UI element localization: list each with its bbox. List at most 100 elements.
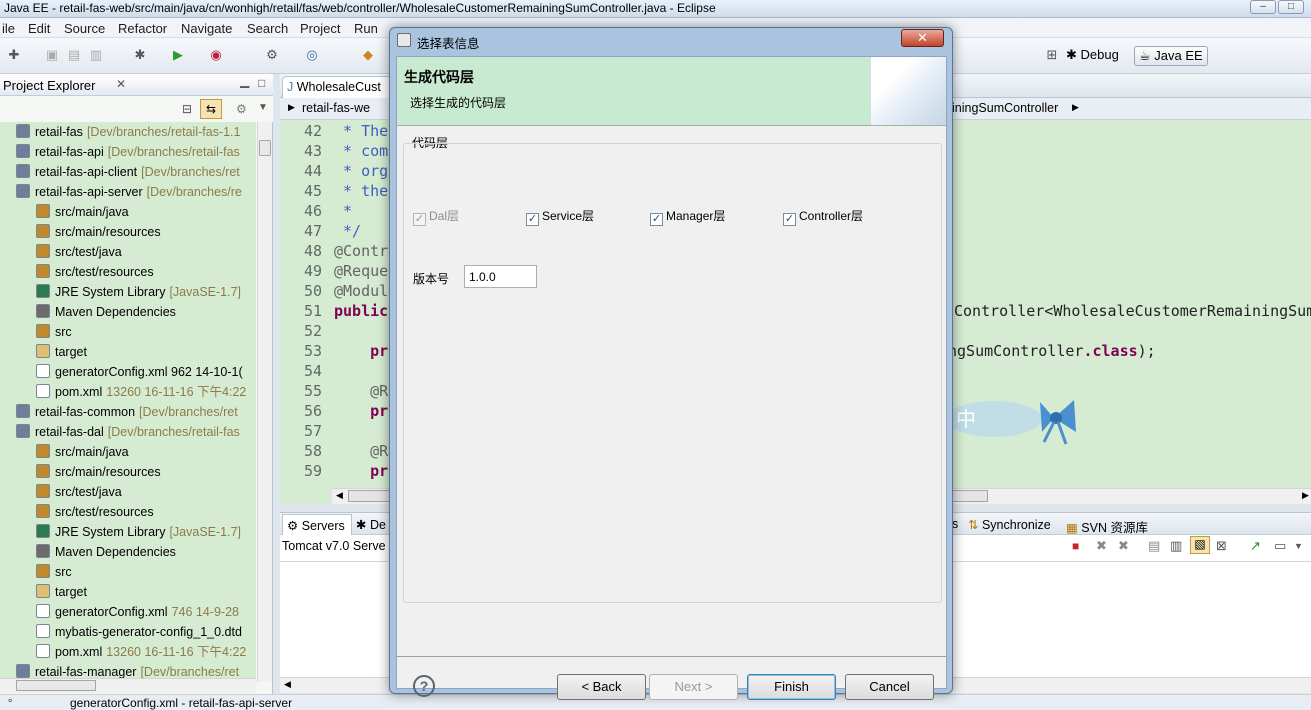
link-with-editor-icon[interactable]: ⇆ [200,99,222,119]
tree-item[interactable]: generatorConfig.xml 962 14-10-1( [36,362,247,382]
tree-item[interactable]: target [36,582,91,602]
menu-search[interactable]: Search [247,21,288,36]
view-menu-icon[interactable]: ▼ [258,102,268,113]
open-perspective-icon[interactable]: ⊞ [1044,47,1060,63]
filter-icon[interactable]: ⚙ [236,102,247,116]
editor-tab-active[interactable]: J WholesaleCust [282,76,392,98]
checkbox-service[interactable]: ✓ Service层 [526,208,594,226]
tree-item[interactable]: src/test/java [36,242,126,262]
tree-item[interactable]: retail-fas-common [Dev/branches/ret [16,402,238,422]
finish-button[interactable]: Finish [747,674,836,700]
collapse-all-icon[interactable]: ⊟ [182,102,192,116]
tree-item[interactable]: generatorConfig.xml 746 14-9-28 [36,602,239,622]
tree-item[interactable]: src/main/resources [36,462,165,482]
close-button[interactable]: ✕ [901,29,944,47]
tree-item[interactable]: retail-fas-api-client [Dev/branches/ret [16,162,240,182]
server-row[interactable]: Tomcat v7.0 Serve [282,539,386,553]
remove-all-icon[interactable]: ✖ [1118,538,1129,554]
breadcrumb-class[interactable]: iningSumController [952,101,1058,115]
breadcrumb-project[interactable]: retail-fas-we [302,101,370,115]
print-icon[interactable]: ▥ [88,47,104,63]
open-type-icon[interactable]: ◆ [360,47,376,63]
tab-servers[interactable]: ⚙ Servers [282,514,352,535]
scroll-left-icon[interactable]: ◀ [336,490,343,501]
checkbox-controller[interactable]: ✓ Controller层 [783,208,863,226]
tree-item[interactable]: retail-fas-api-server [Dev/branches/re [16,182,242,202]
toggle-icon[interactable]: ▧ [1190,536,1210,554]
new-server-icon[interactable]: ⚙ [264,47,280,63]
menu-source[interactable]: Source [64,21,105,36]
view-menu-icon[interactable]: ▼ [1294,541,1303,551]
tree-item[interactable]: Maven Dependencies [36,542,180,562]
tree-item[interactable]: retail-fas-dal [Dev/branches/retail-fas [16,422,240,442]
close-icon[interactable]: ✕ [116,77,126,91]
tab-synchronize[interactable]: ⇅ Synchronize [968,517,1051,532]
tree-item[interactable]: src/test/resources [36,262,158,282]
tree-item[interactable]: Maven Dependencies [36,302,180,322]
debug-perspective[interactable]: ✱ Debug [1066,47,1119,63]
tree-item[interactable]: JRE System Library [JavaSE-1.7] [36,522,241,542]
maximize-icon[interactable]: □ [258,76,265,90]
menu-project[interactable]: Project [300,21,340,36]
debug-icon[interactable]: ✱ [132,47,148,63]
next-button[interactable]: Next > [649,674,738,700]
tree-item-meta: [Dev/branches/retail-fas [107,145,240,159]
remove-icon[interactable]: ✖ [1096,538,1107,554]
tree-item[interactable]: src/main/resources [36,222,165,242]
minimize-button[interactable]: – [1250,0,1276,14]
new-icon[interactable]: ✚ [6,47,22,63]
tree-item[interactable]: src/test/resources [36,502,158,522]
disconnect-icon[interactable]: ⊠ [1216,538,1227,554]
stop-server-icon[interactable]: ■ [1072,539,1079,553]
save-all-icon[interactable]: ▤ [66,47,82,63]
tree-item[interactable]: src [36,562,76,582]
tree-item-label: retail-fas-api-client [35,165,138,179]
display-icon[interactable]: ▭ [1274,538,1286,554]
project-icon [36,484,50,498]
tree-item[interactable]: target [36,342,91,362]
tree-item[interactable]: src/main/java [36,442,133,462]
tree-item[interactable]: retail-fas-api [Dev/branches/retail-fas [16,142,240,162]
help-icon[interactable]: ? [413,675,435,697]
version-input[interactable] [464,265,537,288]
project-explorer-title[interactable]: Project Explorer [3,78,95,93]
tree-item[interactable]: pom.xml 13260 16-11-16 下午4:22 [36,382,246,402]
tree-horizontal-scrollbar[interactable] [0,678,256,693]
checkbox-dal[interactable]: ✓ Dal层 [413,208,459,226]
tree-item[interactable]: JRE System Library [JavaSE-1.7] [36,282,241,302]
run-icon[interactable]: ▶ [170,47,186,63]
tree-item[interactable]: src/test/java [36,482,126,502]
publish-icon[interactable]: ▥ [1170,538,1182,554]
external-tools-icon[interactable]: ◉ [208,47,224,63]
tab-debug[interactable]: ✱ De [356,517,386,532]
copy-icon[interactable]: ▤ [1148,538,1160,554]
menu-navigate[interactable]: Navigate [181,21,232,36]
dialog-title-bar[interactable]: 选择表信息 ✕ [390,28,952,54]
tree-item[interactable]: mybatis-generator-config_1_0.dtd [36,622,246,642]
menu-refactor[interactable]: Refactor [118,21,167,36]
scroll-left-icon[interactable]: ◀ [284,679,291,690]
menu-edit[interactable]: Edit [28,21,50,36]
back-button[interactable]: < Back [557,674,646,700]
checkbox-manager[interactable]: ✓ Manager层 [650,208,725,226]
tree-item[interactable]: src/main/java [36,202,133,222]
tree-hscroll-thumb[interactable] [16,680,96,691]
web-browser-icon[interactable]: ◎ [304,47,320,63]
menu-run[interactable]: Run [354,21,378,36]
decorative-bow-sticker: 中 [944,392,1120,446]
minimize-icon[interactable]: ▁ [240,74,249,88]
tree-scroll-thumb[interactable] [259,140,271,156]
tree-item-label: target [55,345,87,359]
cancel-button[interactable]: Cancel [845,674,934,700]
save-icon[interactable]: ▣ [44,47,60,63]
open-console-icon[interactable]: ↗ [1250,538,1261,554]
maximize-button[interactable]: □ [1278,0,1304,14]
tree-item[interactable]: retail-fas [Dev/branches/retail-fas-1.1 [16,122,240,142]
tab-svn-repository[interactable]: ▦ SVN 资源库 [1066,517,1148,536]
scroll-right-icon[interactable]: ▶ [1302,490,1309,501]
javaee-perspective[interactable]: ☕ Java EE [1134,46,1208,66]
tree-item[interactable]: pom.xml 13260 16-11-16 下午4:22 [36,642,246,662]
tree-vertical-scrollbar[interactable] [257,122,272,682]
tree-item[interactable]: src [36,322,76,342]
menu-file[interactable]: ile [2,21,15,36]
